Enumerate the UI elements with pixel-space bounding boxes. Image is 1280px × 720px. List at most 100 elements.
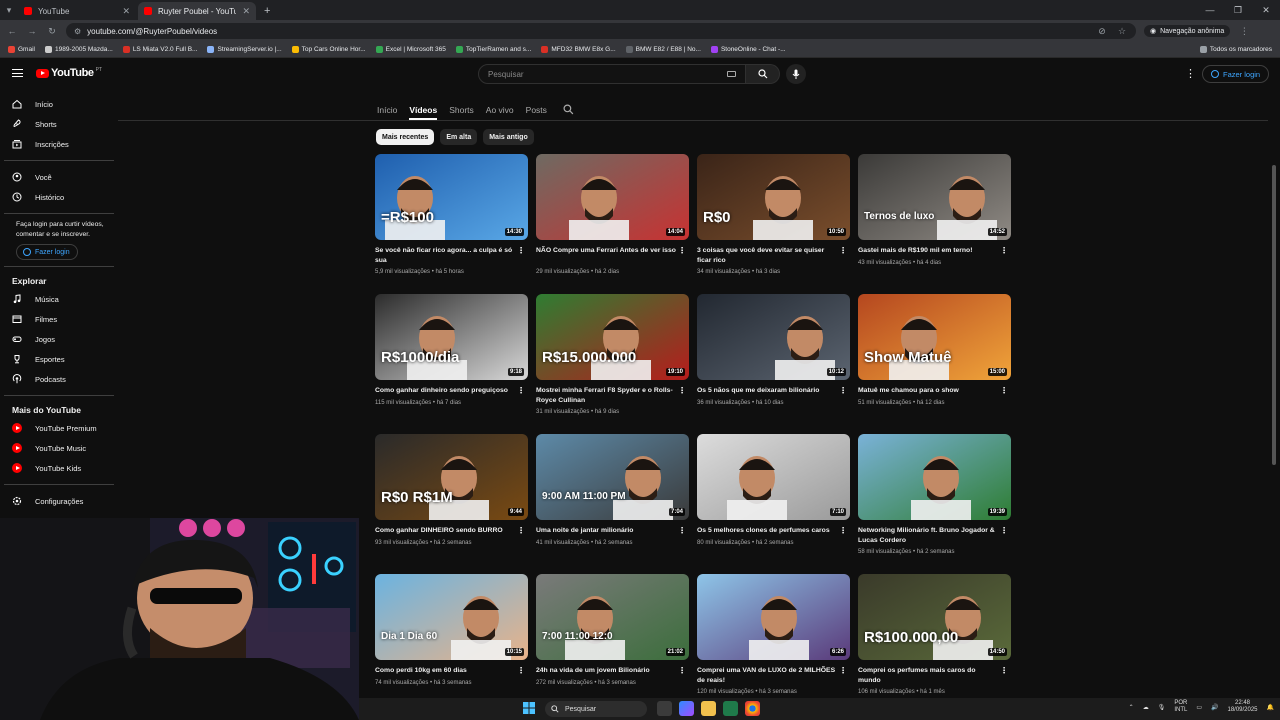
minimize-icon[interactable]: — — [1196, 5, 1224, 15]
video-options-icon[interactable]: ⋮ — [839, 386, 847, 395]
star-icon[interactable]: ☆ — [1116, 26, 1128, 37]
video-options-icon[interactable]: ⋮ — [1000, 526, 1008, 535]
video-thumbnail[interactable]: 19:39 — [858, 434, 1011, 520]
video-options-icon[interactable]: ⋮ — [517, 386, 525, 395]
browser-tab-channel[interactable]: Ruyter Poubel - YouTube ✕ — [138, 2, 256, 20]
sidebar-item-yt[interactable]: YouTube Kids — [0, 458, 118, 478]
tab-posts[interactable]: Posts — [526, 105, 547, 115]
eye-off-icon[interactable]: ⊘ — [1096, 26, 1108, 37]
video-title[interactable]: Matuê me chamou para o show — [858, 386, 998, 396]
video-options-icon[interactable]: ⋮ — [517, 526, 525, 535]
sidebar-item-film[interactable]: Filmes — [0, 309, 118, 329]
video-card[interactable]: =R$100 14:30 Se você não ficar rico agora.… — [375, 154, 528, 289]
bookmark-item[interactable]: 1989-2005 Mazda... — [44, 46, 113, 53]
video-card[interactable]: Show Matuê 15:00 Matuê me chamou para o sh… — [858, 294, 1011, 429]
video-thumbnail[interactable]: 10:12 — [697, 294, 850, 380]
sidebar-item-trophy[interactable]: Esportes — [0, 349, 118, 369]
channel-search-icon[interactable] — [563, 104, 574, 115]
page-scrollbar[interactable] — [1272, 165, 1276, 465]
voice-search-button[interactable] — [786, 64, 806, 84]
browser-menu-icon[interactable]: ⋮ — [1238, 26, 1250, 37]
video-card[interactable]: 10:12 Os 5 nãos que me deixaram bilionári… — [697, 294, 850, 429]
video-title[interactable]: Como perdi 10kg em 60 dias — [375, 666, 515, 676]
video-card[interactable]: 7:10 Os 5 melhores clones de perfumes car… — [697, 434, 850, 569]
video-options-icon[interactable]: ⋮ — [517, 246, 525, 255]
volume-icon[interactable]: 🔊 — [1211, 704, 1218, 711]
close-window-icon[interactable]: ✕ — [1252, 5, 1280, 16]
windows-start-icon[interactable] — [523, 702, 535, 714]
notification-icon[interactable]: 🔔 — [1267, 704, 1274, 711]
video-thumbnail[interactable]: R$1000/dia 9:18 — [375, 294, 528, 380]
taskbar-search[interactable]: Pesquisar — [545, 701, 647, 717]
bookmark-item[interactable]: Top Cars Online Hor... — [291, 46, 366, 53]
video-thumbnail[interactable]: R$0 10:50 — [697, 154, 850, 240]
video-options-icon[interactable]: ⋮ — [1000, 386, 1008, 395]
video-title[interactable]: Como ganhar DINHEIRO sendo BURRO — [375, 526, 515, 536]
sidebar-item-yt[interactable]: YouTube Music — [0, 438, 118, 458]
bookmark-item[interactable]: TopTierRamen and s... — [455, 46, 531, 53]
tab-ao-vivo[interactable]: Ao vivo — [486, 105, 514, 115]
sidebar-item-you[interactable]: Você — [0, 167, 118, 187]
video-options-icon[interactable]: ⋮ — [678, 246, 686, 255]
settings-menu-icon[interactable]: ⋮ — [1185, 67, 1196, 80]
video-thumbnail[interactable]: Ternos de luxo 14:52 — [858, 154, 1011, 240]
youtube-logo[interactable]: YouTube PT — [36, 67, 102, 79]
filter-chip[interactable]: Mais antigo — [483, 129, 534, 145]
sidebar-item-home[interactable]: Início — [0, 94, 118, 114]
filter-chip[interactable]: Em alta — [440, 129, 478, 145]
video-title[interactable]: Se você não ficar rico agora... a culpa … — [375, 246, 515, 265]
chrome-icon[interactable] — [745, 701, 760, 716]
store-icon[interactable] — [723, 701, 738, 716]
video-thumbnail[interactable]: 14:04 — [536, 154, 689, 240]
video-options-icon[interactable]: ⋮ — [839, 666, 847, 675]
tab-search-icon[interactable]: ▾ — [0, 0, 18, 20]
cloud-icon[interactable]: ☁ — [1143, 704, 1149, 711]
sidebar-item-yt[interactable]: YouTube Premium — [0, 418, 118, 438]
search-input[interactable]: Pesquisar — [478, 64, 746, 84]
sidebar-item-settings[interactable]: Configurações — [0, 491, 118, 511]
video-thumbnail[interactable]: R$0 R$1M 9:44 — [375, 434, 528, 520]
video-thumbnail[interactable]: R$100.000,00 14:50 — [858, 574, 1011, 660]
network-icon[interactable]: ▭ — [1196, 704, 1202, 711]
video-options-icon[interactable]: ⋮ — [678, 526, 686, 535]
search-button[interactable] — [746, 64, 780, 84]
keyboard-icon[interactable] — [727, 71, 736, 77]
video-options-icon[interactable]: ⋮ — [678, 386, 686, 395]
video-options-icon[interactable]: ⋮ — [839, 246, 847, 255]
mic-tray-icon[interactable]: 🎙 — [1158, 704, 1166, 711]
file-explorer-icon[interactable] — [701, 701, 716, 716]
input-language[interactable]: POR INTL — [1174, 700, 1187, 714]
video-options-icon[interactable]: ⋮ — [517, 666, 525, 675]
video-title[interactable]: Como ganhar dinheiro sendo preguiçoso — [375, 386, 515, 396]
sidebar-item-music[interactable]: Música — [0, 289, 118, 309]
video-thumbnail[interactable]: 7:00 11:00 12:0 21:02 — [536, 574, 689, 660]
close-tab-icon[interactable]: ✕ — [242, 6, 250, 17]
video-title[interactable]: Uma noite de jantar milionário — [536, 526, 676, 536]
sidebar-item-gaming[interactable]: Jogos — [0, 329, 118, 349]
sidebar-item-shorts[interactable]: Shorts — [0, 114, 118, 134]
video-title[interactable]: 3 coisas que você deve evitar se quiser … — [697, 246, 837, 265]
header-login-button[interactable]: Fazer login — [1202, 65, 1270, 83]
bookmark-item[interactable]: Gmail — [8, 46, 35, 53]
sidebar-login-button[interactable]: Fazer login — [16, 244, 78, 260]
copilot-icon[interactable] — [679, 701, 694, 716]
video-card[interactable]: 14:04 NÃO Compre uma Ferrari Antes de ver… — [536, 154, 689, 289]
back-icon[interactable]: ← — [6, 26, 18, 36]
video-options-icon[interactable]: ⋮ — [1000, 666, 1008, 675]
video-card[interactable]: R$1000/dia 9:18 Como ganhar dinheiro sendo… — [375, 294, 528, 429]
video-card[interactable]: 9:00 AM 11:00 PM 7:04 Uma noite de jantar … — [536, 434, 689, 569]
video-card[interactable]: 6:26 Comprei uma VAN de LUXO de 2 MILHÕES… — [697, 574, 850, 709]
maximize-icon[interactable]: ❐ — [1224, 5, 1252, 16]
video-title[interactable]: Comprei os perfumes mais caros do mundo — [858, 666, 998, 685]
close-tab-icon[interactable]: ✕ — [122, 6, 130, 17]
video-card[interactable]: 7:00 11:00 12:0 21:02 24h na vida de um jo… — [536, 574, 689, 709]
incognito-badge[interactable]: ◉ Navegação anônima — [1144, 25, 1231, 37]
video-options-icon[interactable]: ⋮ — [1000, 246, 1008, 255]
video-title[interactable]: 24h na vida de um jovem Bilionário — [536, 666, 676, 676]
new-tab-button[interactable]: + — [258, 2, 276, 20]
bookmark-item[interactable]: BMW E82 / E88 | No... — [625, 46, 701, 53]
video-card[interactable]: R$15.000.000 19:10 Mostrei minha Ferrari F… — [536, 294, 689, 429]
video-card[interactable]: Dia 1 Dia 60 10:15 Como perdi 10kg em 60 d… — [375, 574, 528, 709]
filter-chip[interactable]: Mais recentes — [376, 129, 435, 145]
video-title[interactable]: Gastei mais de R$190 mil em terno! — [858, 246, 998, 256]
